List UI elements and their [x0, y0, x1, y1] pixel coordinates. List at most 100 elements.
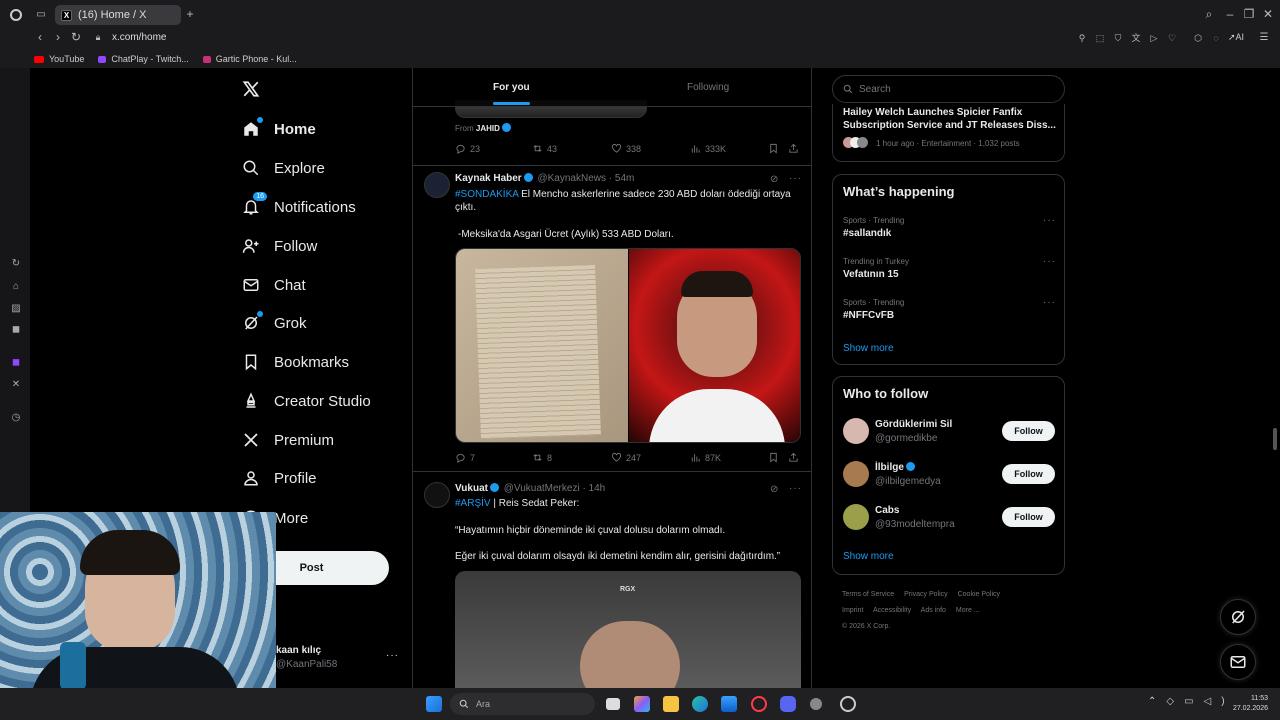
wallet-icon[interactable]: ▨ — [10, 303, 22, 315]
views-button[interactable]: 87K — [690, 452, 721, 463]
tab-following[interactable]: Following — [687, 82, 729, 93]
author-handle[interactable]: @KaynakNews — [537, 173, 606, 184]
account-more-icon[interactable]: ··· — [386, 650, 399, 661]
edge-icon[interactable] — [692, 696, 708, 712]
reply-button[interactable]: 23 — [455, 143, 480, 154]
close-window-icon[interactable]: ✕ — [1262, 8, 1274, 20]
nav-bookmarks[interactable]: Bookmarks — [242, 350, 349, 374]
play-icon[interactable]: ▷ — [1148, 32, 1160, 44]
footer-link[interactable]: More ... — [956, 607, 980, 614]
trend-more-icon[interactable]: ··· — [1043, 256, 1056, 267]
minimize-icon[interactable]: – — [1224, 8, 1236, 20]
steam-icon[interactable] — [810, 698, 822, 710]
trend-item[interactable]: #NFFCvFB — [843, 310, 894, 321]
author-name[interactable]: Kaynak Haber — [455, 173, 522, 184]
opera-taskbar-icon[interactable] — [751, 696, 767, 712]
bookmark-button[interactable] — [768, 452, 779, 463]
discord-icon[interactable] — [780, 696, 796, 712]
store-icon[interactable] — [721, 696, 737, 712]
nav-home[interactable]: Home — [242, 117, 316, 141]
maximize-icon[interactable]: ❐ — [1243, 8, 1255, 20]
messages-fab[interactable] — [1220, 644, 1256, 680]
repost-button[interactable]: 43 — [532, 143, 557, 154]
trend-more-icon[interactable]: ··· — [1043, 215, 1056, 226]
history-icon[interactable]: ↻ — [10, 258, 22, 270]
show-more-link[interactable]: Show more — [843, 551, 894, 562]
extensions-icon[interactable]: ⬡ — [1192, 32, 1204, 44]
avatar[interactable] — [843, 461, 869, 487]
footer-link[interactable]: Accessibility — [873, 607, 911, 614]
search-box[interactable] — [832, 75, 1065, 103]
footer-link[interactable]: Ads info — [921, 607, 946, 614]
footer-link[interactable]: Cookie Policy — [958, 591, 1000, 598]
grok-explain-icon[interactable]: ⊘ — [770, 174, 778, 185]
nav-profile[interactable]: Profile — [242, 466, 317, 490]
bookmark-chatplay[interactable]: ChatPlay - Twitch... — [98, 54, 189, 64]
search-input[interactable] — [859, 83, 1049, 95]
tweet-media[interactable]: RGX — [455, 571, 801, 688]
follow-user-name[interactable]: Gördüklerimi Sil — [875, 419, 952, 430]
forward-icon[interactable]: › — [52, 31, 64, 43]
task-view-icon[interactable] — [606, 698, 620, 710]
reply-button[interactable]: 7 — [455, 452, 475, 463]
tweet-more-icon[interactable]: ··· — [789, 173, 802, 184]
tab-for-you[interactable]: For you — [493, 82, 530, 105]
tweet-time[interactable]: · 54m — [609, 173, 635, 184]
clock[interactable]: 11:53 27.02.2026 — [1228, 694, 1268, 714]
app-icon[interactable] — [840, 696, 856, 712]
browser-tab-home[interactable]: X (16) Home / X — [55, 5, 181, 25]
reload-icon[interactable]: ↻ — [70, 31, 82, 43]
ai-button[interactable]: ➚AI — [1228, 32, 1244, 43]
copilot-icon[interactable] — [634, 696, 650, 712]
nav-grok[interactable]: Grok — [242, 311, 307, 335]
footer-link[interactable]: Imprint — [842, 607, 863, 614]
tweet-time[interactable]: · 14h — [582, 483, 605, 494]
search-tabs-icon[interactable]: ⌕ — [1203, 8, 1215, 20]
hashtag-link[interactable]: #SONDAKİKA — [455, 189, 518, 200]
twitch-icon[interactable]: ◼ — [10, 357, 22, 369]
tweet-media[interactable] — [455, 248, 801, 443]
bookmark-youtube[interactable]: YouTube — [34, 54, 84, 64]
follow-user-name[interactable]: Cabs — [875, 505, 899, 516]
nav-premium[interactable]: Premium — [242, 428, 334, 452]
file-explorer-icon[interactable] — [663, 696, 679, 712]
news-title[interactable]: Hailey Welch Launches Spicier Fanfix Sub… — [843, 106, 1058, 132]
tray-icons[interactable]: ⌃◇▭◁) — [1148, 696, 1235, 707]
nav-explore[interactable]: Explore — [242, 156, 325, 180]
like-button[interactable]: 247 — [611, 452, 641, 463]
messenger-icon[interactable]: ◼ — [10, 324, 22, 336]
shield-icon[interactable]: ⛉ — [1112, 32, 1124, 44]
trend-item[interactable]: Vefatının 15 — [843, 269, 899, 280]
avatar[interactable] — [424, 172, 450, 198]
x-logo-icon[interactable] — [242, 80, 262, 100]
grok-explain-icon[interactable]: ⊘ — [770, 484, 778, 495]
from-name[interactable]: JAHID — [476, 124, 500, 133]
grok-fab[interactable] — [1220, 599, 1256, 635]
follow-button[interactable]: Follow — [1002, 507, 1055, 527]
windows-start-icon[interactable] — [426, 696, 442, 712]
footer-link[interactable]: Terms of Service — [842, 591, 894, 598]
news-panel[interactable]: Hailey Welch Launches Spicier Fanfix Sub… — [832, 104, 1065, 162]
avatar[interactable] — [424, 482, 450, 508]
follow-user-name[interactable]: İlbilge — [875, 462, 917, 473]
author-handle[interactable]: @VukuatMerkezi — [504, 483, 580, 494]
taskbar-search[interactable]: Ara — [450, 693, 595, 715]
translate-icon[interactable]: 文 — [1130, 32, 1142, 44]
author-name[interactable]: Vukuat — [455, 483, 488, 494]
hashtag-link[interactable]: #ARŞİV — [455, 498, 491, 509]
avatar[interactable] — [843, 418, 869, 444]
tweet-more-icon[interactable]: ··· — [789, 483, 802, 494]
trend-item[interactable]: #sallandık — [843, 228, 891, 239]
back-icon[interactable]: ‹ — [34, 31, 46, 43]
account-icon[interactable]: ◌ — [1210, 32, 1222, 44]
heart-icon[interactable]: ♡ — [1166, 32, 1178, 44]
show-more-link[interactable]: Show more — [843, 343, 894, 354]
share-button[interactable] — [788, 452, 799, 463]
follow-user-handle[interactable]: @gormedikbe — [875, 433, 937, 444]
cart-icon[interactable]: ⌂ — [10, 281, 22, 293]
repost-button[interactable]: 8 — [532, 452, 552, 463]
nav-follow[interactable]: Follow — [242, 234, 317, 258]
bookmark-button[interactable] — [768, 143, 779, 154]
pin-icon[interactable]: ⚲ — [1076, 32, 1088, 44]
like-button[interactable]: 338 — [611, 143, 641, 154]
